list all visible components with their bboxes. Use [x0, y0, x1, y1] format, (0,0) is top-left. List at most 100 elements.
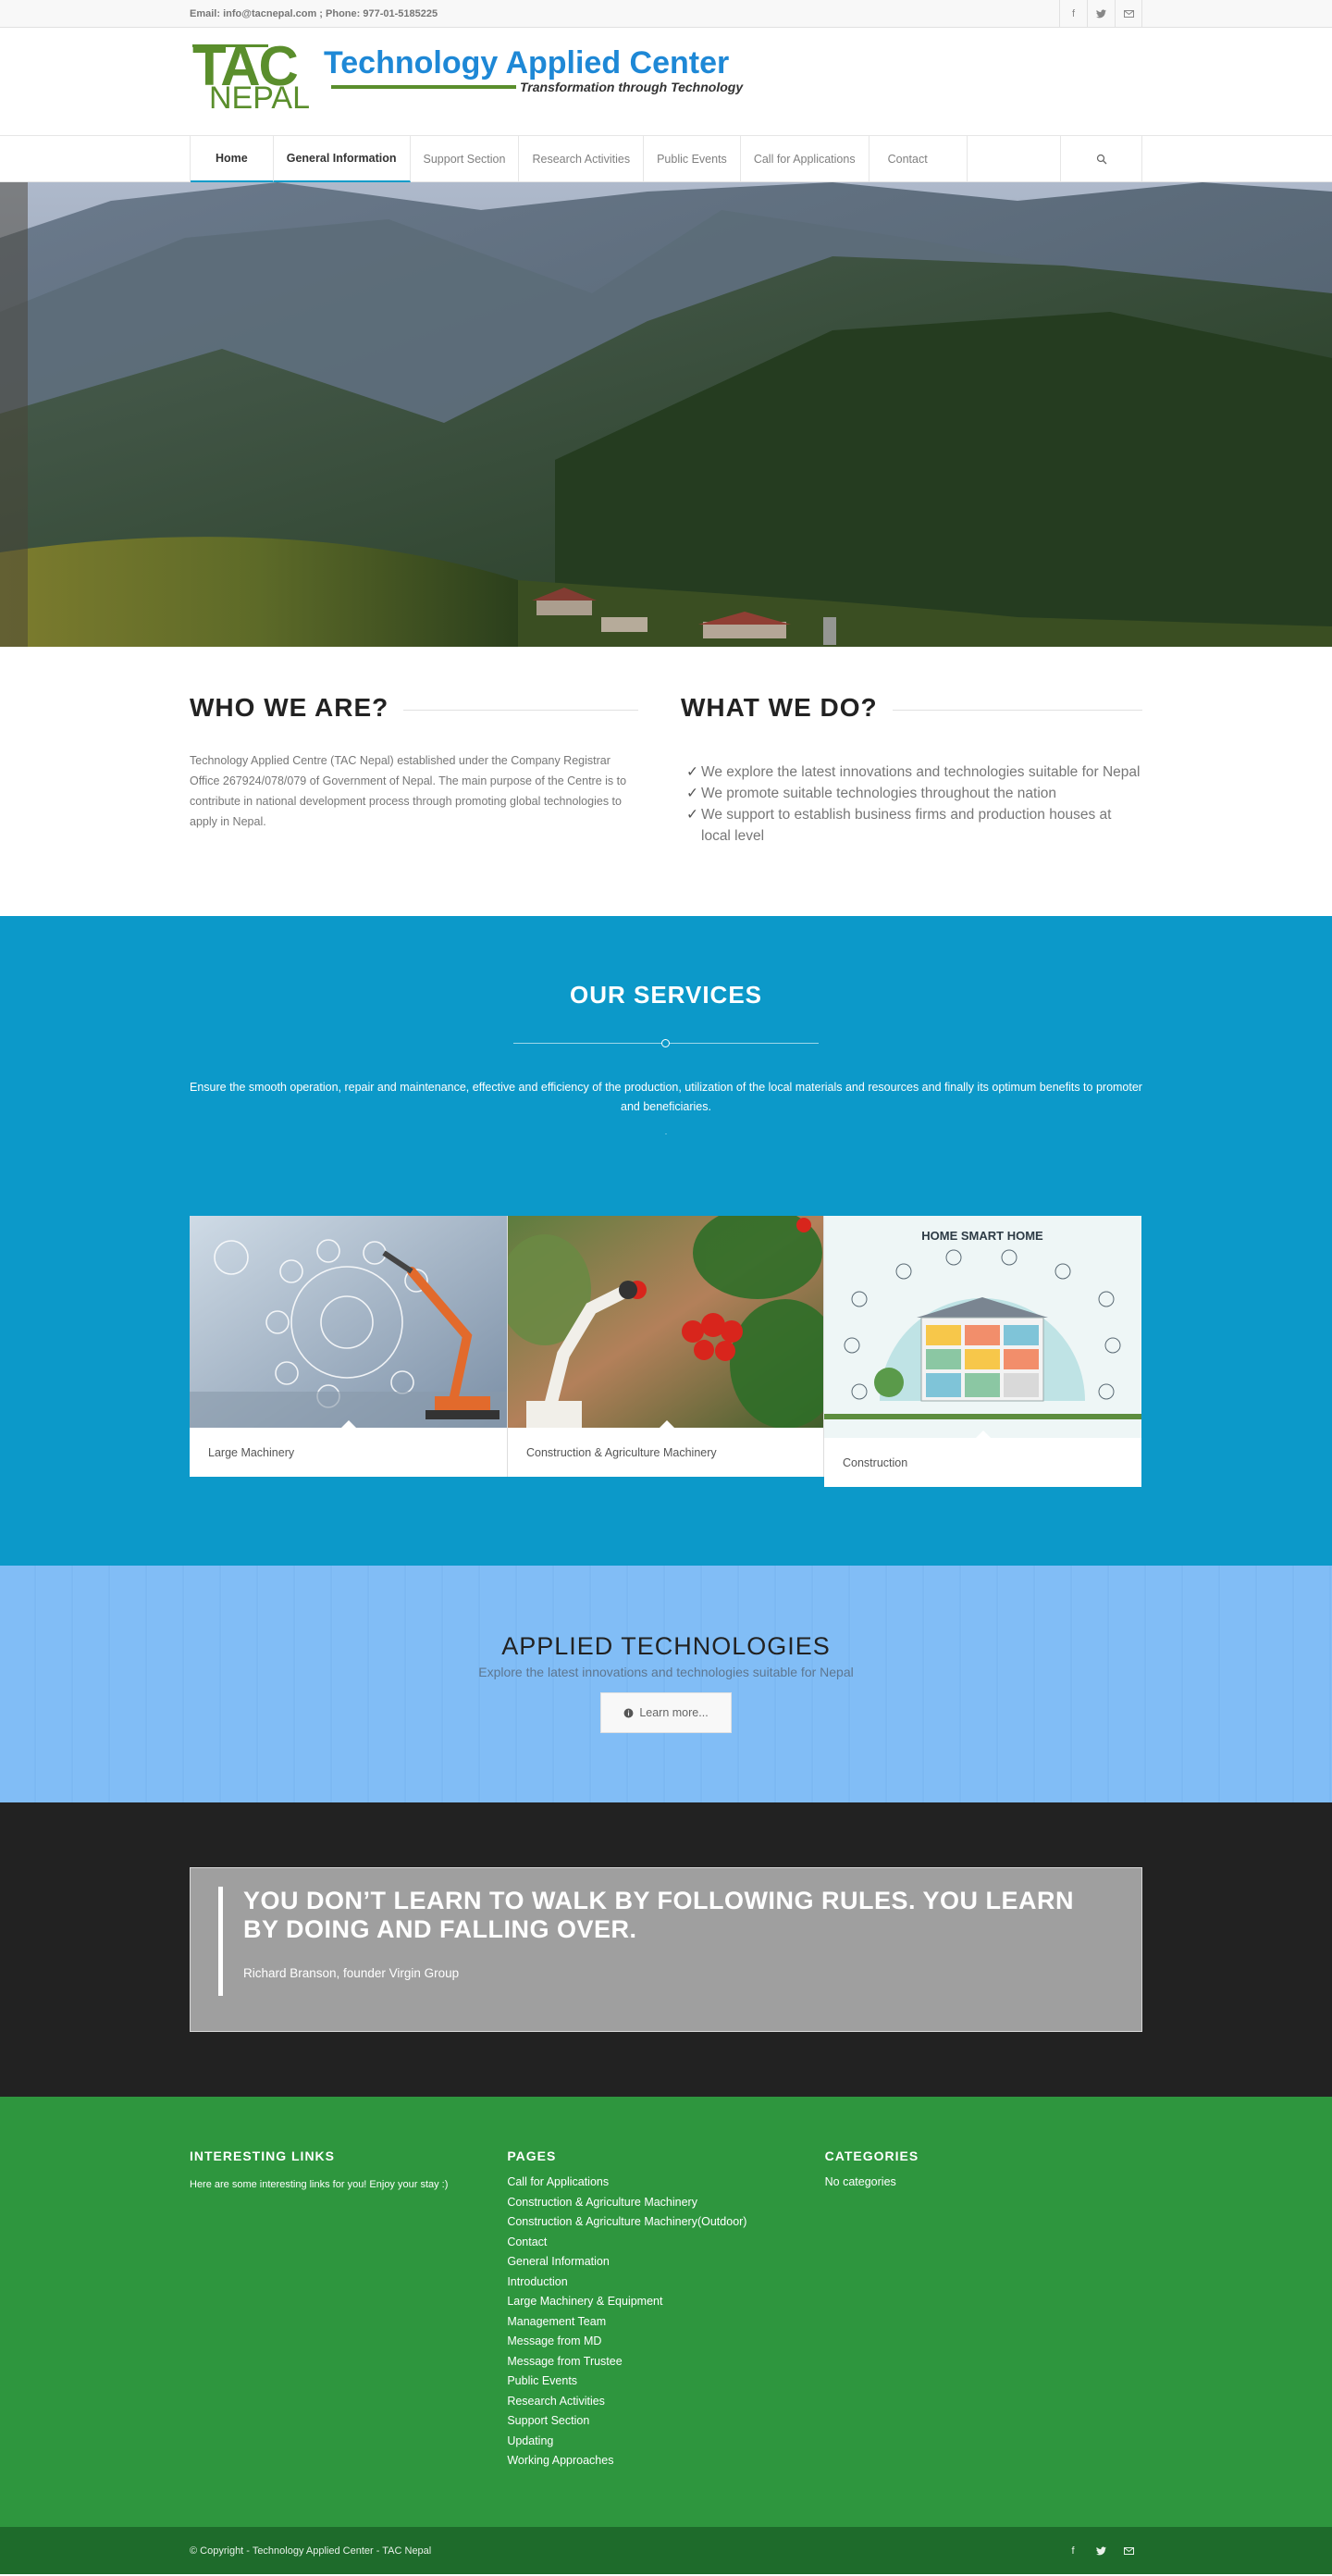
- nav-item-general-information[interactable]: General Information: [273, 136, 411, 182]
- check-icon: ✓: [686, 807, 698, 823]
- list-item: ✓ We explore the latest innovations and t…: [681, 762, 1142, 783]
- footer-page-link[interactable]: Message from Trustee: [507, 2352, 824, 2372]
- list-item: ✓ We support to establish business firms …: [681, 804, 1142, 847]
- footer-links-note: Here are some interesting links for you!…: [190, 2179, 449, 2190]
- quote-box: YOU DON’T LEARN TO WALK BY FOLLOWING RUL…: [190, 1867, 1142, 2032]
- footer-page-link[interactable]: Call for Applications: [507, 2173, 824, 2193]
- bottom-bar: © Copyright - Technology Applied Center …: [0, 2527, 1332, 2574]
- services-section: OUR SERVICES Ensure the smooth operation…: [0, 916, 1332, 1566]
- nav-item-support-section[interactable]: Support Section: [411, 136, 520, 182]
- quote-author: Richard Branson, founder Virgin Group: [243, 1966, 460, 1980]
- applied-technologies-subtitle: Explore the latest innovations and techn…: [478, 1665, 854, 1679]
- footer-page-link[interactable]: Message from MD: [507, 2332, 824, 2352]
- check-icon: ✓: [686, 786, 698, 801]
- footer-page-link[interactable]: Public Events: [507, 2372, 824, 2392]
- footer-page-link[interactable]: Working Approaches: [507, 2451, 824, 2471]
- mail-icon[interactable]: [1115, 2537, 1142, 2565]
- service-card-construction[interactable]: HOME SMART HOME Construction: [824, 1216, 1141, 1487]
- footer-page-link[interactable]: Construction & Agriculture Machinery(Out…: [507, 2212, 824, 2233]
- footer-page-link[interactable]: Construction & Agriculture Machinery: [507, 2193, 824, 2213]
- logo-nepal-text: NEPAL: [209, 80, 310, 116]
- what-we-do-list: ✓ We explore the latest innovations and t…: [681, 762, 1142, 847]
- site-header: TAC NEPAL Technology Applied Center Tran…: [0, 28, 1332, 136]
- nav-item-call-for-applications[interactable]: Call for Applications: [741, 136, 870, 182]
- twitter-icon[interactable]: [1087, 2537, 1115, 2565]
- learn-more-label: Learn more...: [639, 1706, 709, 1719]
- heading-divider: [892, 709, 1142, 711]
- nav-item-home[interactable]: Home: [191, 136, 274, 182]
- logo-tagline: Transformation through Technology: [520, 80, 744, 94]
- nav-item-contact[interactable]: Contact: [870, 136, 968, 182]
- service-cards: Large Machinery Construction & Agricultu…: [190, 1216, 1142, 1487]
- site-footer: INTERESTING LINKS Here are some interest…: [0, 2097, 1332, 2527]
- list-item-text: We explore the latest innovations and te…: [701, 764, 1141, 780]
- nav-spacer: [968, 136, 1061, 182]
- footer-pages: PAGES Call for Applications Construction…: [507, 2149, 824, 2471]
- list-item: ✓ We promote suitable technologies throug…: [681, 783, 1142, 804]
- services-intro: Ensure the smooth operation, repair and …: [190, 1081, 1142, 1113]
- footer-categories-note: No categories: [824, 2175, 896, 2188]
- search-icon[interactable]: [1061, 136, 1142, 182]
- logo-rule: [331, 85, 516, 89]
- footer-links-heading: INTERESTING LINKS: [190, 2149, 336, 2163]
- quote-bar: [218, 1887, 223, 1996]
- services-divider: [513, 1037, 819, 1050]
- list-item-text: We promote suitable technologies through…: [701, 786, 1057, 801]
- service-card-construction-agriculture[interactable]: Construction & Agriculture Machinery: [507, 1216, 824, 1477]
- applied-technologies-section: APPLIED TECHNOLOGIES Explore the latest …: [0, 1566, 1332, 1802]
- footer-page-link[interactable]: General Information: [507, 2252, 824, 2273]
- footer-page-link[interactable]: Large Machinery & Equipment: [507, 2292, 824, 2312]
- service-card-label[interactable]: Construction & Agriculture Machinery: [508, 1420, 823, 1477]
- service-card-large-machinery[interactable]: Large Machinery: [190, 1216, 507, 1477]
- logo-title: Technology Applied Center: [324, 45, 730, 80]
- info-icon: [623, 1708, 634, 1717]
- footer-page-link[interactable]: Updating: [507, 2432, 824, 2452]
- contact-info: Email: info@tacnepal.com ; Phone: 977-01…: [190, 8, 438, 19]
- footer-page-link[interactable]: Management Team: [507, 2312, 824, 2333]
- who-we-are-heading: WHO WE ARE?: [190, 693, 389, 722]
- top-bar: Email: info@tacnepal.com ; Phone: 977-01…: [0, 0, 1332, 28]
- who-we-are-column: WHO WE ARE? Technology Applied Centre (T…: [190, 693, 666, 847]
- site-logo[interactable]: TAC NEPAL Technology Applied Center Tran…: [190, 35, 782, 128]
- tac-logo-mark: TAC NEPAL: [192, 39, 310, 117]
- footer-page-link[interactable]: Support Section: [507, 2411, 824, 2432]
- facebook-icon[interactable]: f: [1059, 0, 1087, 28]
- service-card-label[interactable]: Construction: [824, 1430, 1141, 1487]
- who-we-are-text: Technology Applied Centre (TAC Nepal) es…: [190, 754, 627, 828]
- footer-page-link[interactable]: Research Activities: [507, 2392, 824, 2412]
- quote-text: YOU DON’T LEARN TO WALK BY FOLLOWING RUL…: [243, 1887, 1075, 1943]
- what-we-do-column: WHAT WE DO? ✓ We explore the latest innov…: [666, 693, 1142, 847]
- quote-section: YOU DON’T LEARN TO WALK BY FOLLOWING RUL…: [0, 1802, 1332, 2097]
- nav-item-public-events[interactable]: Public Events: [644, 136, 741, 182]
- learn-more-button[interactable]: Learn more...: [600, 1692, 732, 1733]
- footer-categories: CATEGORIES No categories: [825, 2149, 1142, 2471]
- bottom-social-icons: f: [1059, 2537, 1142, 2565]
- what-we-do-heading: WHAT WE DO?: [681, 693, 878, 722]
- agriculture-robot-image: [508, 1216, 823, 1428]
- footer-categories-heading: CATEGORIES: [824, 2149, 919, 2163]
- top-social-icons: f: [1059, 0, 1142, 28]
- mail-icon[interactable]: [1115, 0, 1142, 28]
- check-icon: ✓: [686, 764, 698, 780]
- applied-technologies-heading: APPLIED TECHNOLOGIES: [501, 1632, 831, 1660]
- footer-interesting-links: INTERESTING LINKS Here are some interest…: [190, 2149, 507, 2471]
- about-section: WHO WE ARE? Technology Applied Centre (T…: [0, 647, 1332, 916]
- service-card-label[interactable]: Large Machinery: [190, 1420, 507, 1477]
- twitter-icon[interactable]: [1087, 0, 1115, 28]
- footer-pages-heading: PAGES: [507, 2149, 557, 2163]
- smart-home-title: HOME SMART HOME: [921, 1229, 1043, 1243]
- main-nav: Home General Information Support Section…: [0, 136, 1332, 182]
- footer-page-link[interactable]: Introduction: [507, 2273, 824, 2293]
- large-machinery-image: [190, 1216, 507, 1428]
- heading-divider: [403, 709, 638, 711]
- nav-item-research-activities[interactable]: Research Activities: [519, 136, 645, 182]
- services-dot: .: [664, 1128, 668, 1136]
- copyright-text: © Copyright - Technology Applied Center …: [190, 2545, 432, 2557]
- hero-banner: [0, 182, 1332, 647]
- services-heading: OUR SERVICES: [569, 981, 762, 1009]
- mountain-landscape-image: [0, 182, 1332, 647]
- smart-home-image: HOME SMART HOME: [824, 1216, 1141, 1438]
- list-item-text: We support to establish business firms a…: [701, 807, 1112, 844]
- footer-page-link[interactable]: Contact: [507, 2233, 824, 2253]
- facebook-icon[interactable]: f: [1059, 2537, 1087, 2565]
